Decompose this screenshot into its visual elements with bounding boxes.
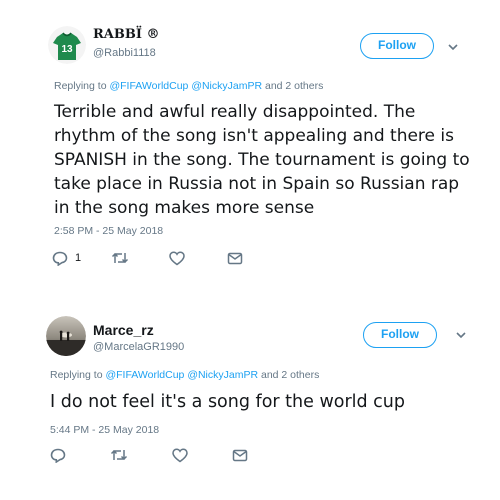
jersey-avatar-image: 13 xyxy=(48,26,86,64)
avatar[interactable] xyxy=(46,316,86,356)
display-name[interactable]: Marce_rz xyxy=(93,322,154,338)
like-icon xyxy=(169,251,185,265)
mention-fifaworldcup[interactable]: @FIFAWorldCup xyxy=(109,80,188,92)
retweet-action[interactable] xyxy=(110,447,128,463)
reply-icon xyxy=(52,251,68,266)
reply-count: 1 xyxy=(75,252,82,264)
user-handle[interactable]: @Rabbi1118 xyxy=(93,47,156,59)
reply-action[interactable]: 1 xyxy=(52,250,81,266)
dm-action[interactable] xyxy=(227,250,243,266)
retweet-icon xyxy=(111,252,129,264)
replying-prefix: Replying to xyxy=(54,80,107,92)
retweet-icon xyxy=(110,449,128,461)
display-name[interactable]: RABBÏ ® xyxy=(93,27,159,42)
replying-prefix: Replying to xyxy=(50,369,103,381)
like-action[interactable] xyxy=(172,447,188,463)
replying-suffix[interactable]: and 2 others xyxy=(265,80,323,92)
reply-icon xyxy=(50,448,66,463)
retweet-action[interactable] xyxy=(111,250,129,266)
sunset-avatar-image xyxy=(46,316,86,356)
like-action[interactable] xyxy=(169,250,185,266)
dm-icon xyxy=(232,449,248,461)
reply-action[interactable] xyxy=(50,447,66,463)
mention-nickyjampr[interactable]: @NickyJamPR xyxy=(191,80,262,92)
avatar[interactable]: 13 xyxy=(48,26,86,64)
tweet-1: 13 RABBÏ ® @Rabbi1118 Follow Replying to… xyxy=(0,0,500,280)
dm-icon xyxy=(227,252,243,264)
tweet-text: I do not feel it's a song for the world … xyxy=(50,392,406,412)
chevron-down-icon[interactable] xyxy=(446,42,460,52)
follow-button[interactable]: Follow xyxy=(363,322,437,348)
mention-nickyjampr[interactable]: @NickyJamPR xyxy=(187,369,258,381)
mention-fifaworldcup[interactable]: @FIFAWorldCup xyxy=(105,369,184,381)
dm-action[interactable] xyxy=(232,447,248,463)
replying-to: Replying to @FIFAWorldCup @NickyJamPR an… xyxy=(54,80,323,92)
replying-to: Replying to @FIFAWorldCup @NickyJamPR an… xyxy=(50,369,319,381)
tweet-text: Terrible and awful really disappointed. … xyxy=(54,102,470,218)
chevron-down-icon[interactable] xyxy=(454,330,468,340)
avatar-jersey-number: 13 xyxy=(61,44,73,55)
replying-suffix[interactable]: and 2 others xyxy=(261,369,319,381)
timestamp[interactable]: 5:44 PM - 25 May 2018 xyxy=(50,424,159,436)
like-icon xyxy=(172,448,188,462)
follow-button[interactable]: Follow xyxy=(360,33,434,59)
user-handle[interactable]: @MarcelaGR1990 xyxy=(93,341,184,353)
timestamp[interactable]: 2:58 PM - 25 May 2018 xyxy=(54,225,163,237)
